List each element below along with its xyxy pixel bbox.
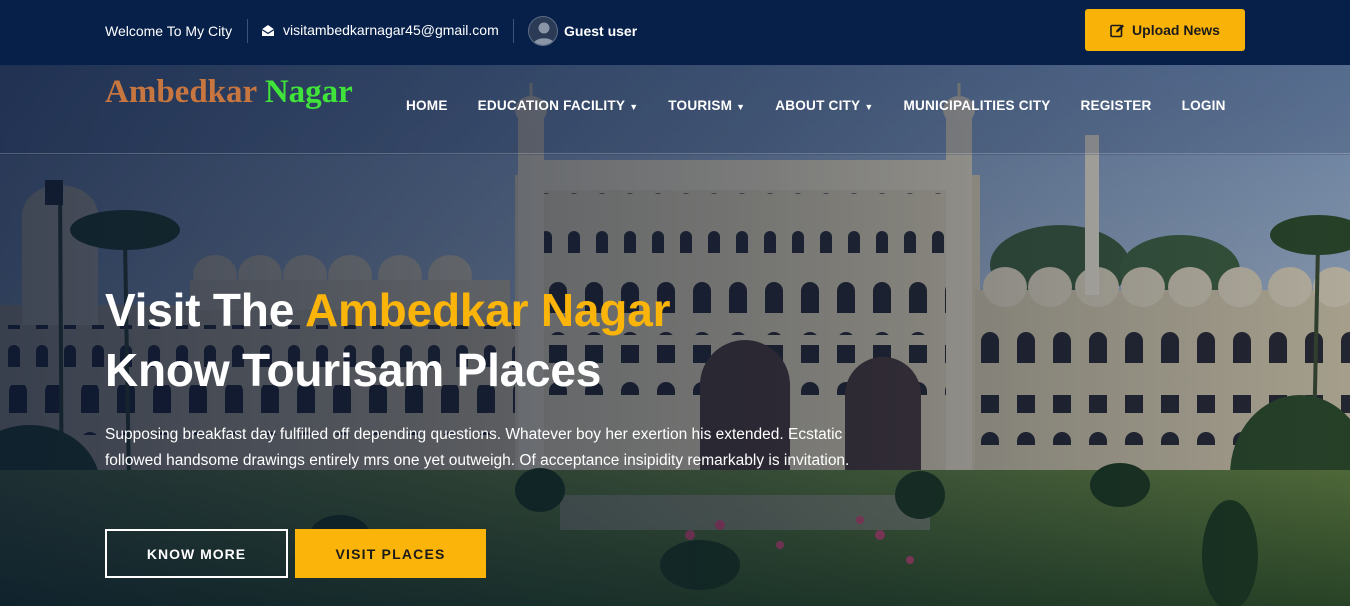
- nav-item-login[interactable]: LOGIN: [1167, 98, 1241, 113]
- hero-banner: Ambedkar Nagar HOME EDUCATION FACILITY ▼ …: [0, 65, 1350, 606]
- nav-item-label: ABOUT CITY: [775, 98, 861, 113]
- logo-text-nagar: Nagar: [264, 74, 353, 110]
- hero-title-highlight: Ambedkar Nagar: [304, 284, 671, 336]
- email-text: visitambedkarnagar45@gmail.com: [283, 22, 499, 38]
- nav-item-label: TOURISM: [668, 98, 733, 113]
- nav-menu: HOME EDUCATION FACILITY ▼ TOURISM ▼ ABOUT …: [391, 98, 1241, 113]
- know-more-button[interactable]: KNOW MORE: [105, 529, 288, 578]
- upload-news-button[interactable]: Upload News: [1085, 9, 1245, 51]
- upload-news-label: Upload News: [1132, 22, 1220, 38]
- divider: [247, 19, 248, 43]
- nav-item-home[interactable]: HOME: [391, 98, 463, 113]
- top-bar: Welcome To My City visitambedkarnagar45@…: [0, 0, 1350, 65]
- visit-places-button[interactable]: VISIT PLACES: [295, 529, 486, 578]
- logo-text-ambedkar: Ambedkar: [105, 74, 257, 110]
- user-name: Guest user: [564, 23, 638, 39]
- hero-title-line2: Know Tourisam Places: [105, 344, 602, 396]
- site-logo[interactable]: Ambedkar Nagar: [105, 74, 353, 111]
- hero-description: Supposing breakfast day fulfilled off de…: [105, 426, 850, 469]
- chevron-down-icon: ▼: [864, 101, 874, 112]
- nav-item-education-facility[interactable]: EDUCATION FACILITY ▼: [463, 98, 654, 113]
- nav-item-label: EDUCATION FACILITY: [477, 98, 626, 113]
- nav-item-label: HOME: [406, 98, 448, 113]
- contact-email[interactable]: visitambedkarnagar45@gmail.com: [261, 22, 499, 38]
- user-avatar-icon: [528, 16, 558, 46]
- nav-item-label: MUNICIPALITIES CITY: [903, 98, 1051, 113]
- nav-item-register[interactable]: REGISTER: [1065, 98, 1166, 113]
- nav-item-about-city[interactable]: ABOUT CITY ▼: [760, 98, 888, 113]
- nav-item-label: REGISTER: [1080, 98, 1152, 113]
- user-menu[interactable]: Guest user: [528, 16, 637, 46]
- envelope-open-icon: [261, 24, 275, 36]
- hero-title: Visit The Ambedkar Nagar Know Tourisam P…: [105, 280, 670, 400]
- welcome-text: Welcome To My City: [105, 23, 233, 39]
- nav-item-municipalities-city[interactable]: MUNICIPALITIES CITY: [888, 98, 1065, 113]
- hero-title-prefix: Visit The: [105, 284, 295, 336]
- main-navbar: Ambedkar Nagar HOME EDUCATION FACILITY ▼ …: [0, 65, 1350, 154]
- nav-item-label: LOGIN: [1181, 98, 1226, 113]
- chevron-down-icon: ▼: [736, 101, 746, 112]
- chevron-down-icon: ▼: [629, 101, 639, 112]
- edit-icon: [1110, 24, 1125, 37]
- nav-item-tourism[interactable]: TOURISM ▼: [653, 98, 760, 113]
- divider: [513, 19, 514, 43]
